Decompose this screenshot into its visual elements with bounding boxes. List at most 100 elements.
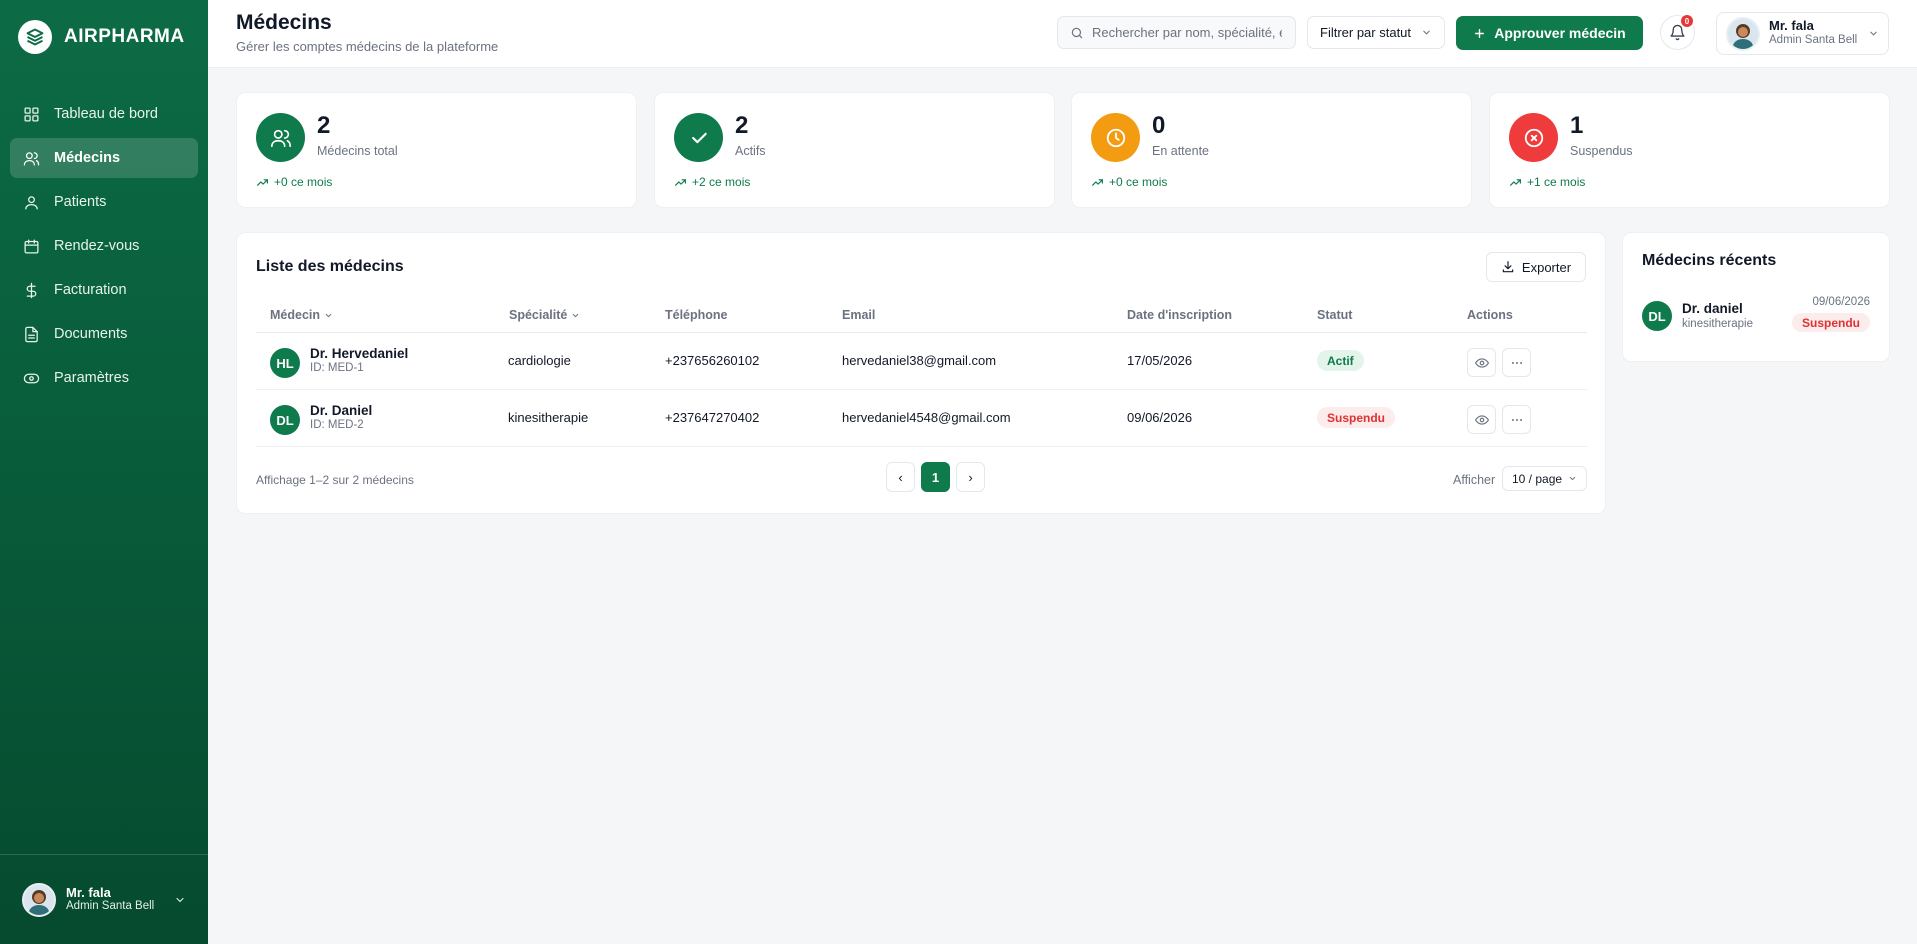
page-title: Médecins	[236, 11, 332, 34]
sidebar-item-label: Paramètres	[54, 370, 129, 386]
grid-icon	[24, 106, 39, 122]
more-horizontal-icon	[1511, 418, 1522, 421]
doctors-table: Médecin Spécialité Téléphone Email Date …	[256, 295, 1587, 447]
status-filter-label: Filtrer par statut	[1320, 25, 1412, 40]
approve-doctor-button[interactable]: Approuver médecin	[1456, 16, 1643, 50]
more-options-button[interactable]	[1502, 405, 1531, 434]
more-horizontal-icon	[1511, 361, 1522, 364]
next-page-button[interactable]: ›	[956, 462, 985, 492]
sidebar-item-label: Facturation	[54, 282, 127, 298]
stat-trend: +0 ce mois	[256, 175, 332, 189]
sidebar-user-name: Mr. fala	[66, 884, 111, 900]
table-header: Médecin Spécialité Téléphone Email Date …	[256, 295, 1587, 333]
status-filter-select[interactable]: Filtrer par statut	[1307, 16, 1445, 49]
sidebar-item-label: Patients	[54, 194, 107, 210]
column-header-telephone: Téléphone	[665, 308, 728, 322]
doctor-registration-date: 17/05/2026	[1127, 353, 1193, 368]
more-options-button[interactable]	[1502, 348, 1531, 377]
search-input[interactable]	[1092, 25, 1282, 40]
stat-trend-text: +1 ce mois	[1527, 175, 1586, 189]
bell-icon	[1670, 24, 1685, 41]
stat-card-total: 2 Médecins total +0 ce mois	[236, 92, 637, 208]
page-subtitle: Gérer les comptes médecins de la platefo…	[236, 39, 499, 54]
document-icon	[25, 326, 38, 342]
view-button[interactable]	[1467, 348, 1496, 377]
trending-up-icon	[675, 178, 686, 186]
sidebar-item-dashboard[interactable]: Tableau de bord	[10, 94, 198, 134]
column-header-label: Spécialité	[509, 308, 568, 322]
doctor-email: hervedaniel4548@gmail.com	[842, 410, 1011, 425]
sidebar-item-parametres[interactable]: Paramètres	[10, 358, 198, 398]
sidebar-item-label: Médecins	[54, 150, 121, 166]
sidebar-item-label: Documents	[54, 326, 128, 342]
stat-value: 2	[317, 112, 331, 139]
column-header-medecin[interactable]: Médecin	[270, 308, 333, 322]
column-header-label: Email	[842, 308, 876, 322]
stat-trend-text: +0 ce mois	[1109, 175, 1168, 189]
chevron-down-icon	[1870, 31, 1877, 36]
sort-icon	[325, 313, 332, 317]
doctor-avatar: DL	[1642, 301, 1672, 331]
status-badge: Actif	[1317, 350, 1364, 371]
sidebar-user-role: Admin Santa Bell	[66, 900, 155, 913]
per-page-select[interactable]: 10 / page	[1502, 466, 1587, 491]
doctor-avatar: DL	[270, 405, 300, 435]
stat-trend-text: +0 ce mois	[274, 175, 333, 189]
dollar-icon	[26, 282, 37, 298]
doctor-id: ID: MED-2	[310, 419, 364, 431]
sort-icon	[573, 313, 579, 317]
notifications-button[interactable]: 0	[1660, 15, 1695, 50]
doctor-id: ID: MED-1	[310, 362, 364, 374]
previous-page-button[interactable]: ‹	[886, 462, 915, 492]
approve-doctor-label: Approuver médecin	[1494, 25, 1626, 41]
recent-doctor-name[interactable]: Dr. daniel	[1682, 301, 1743, 316]
chevron-down-icon	[1569, 476, 1576, 481]
column-header-specialite[interactable]: Spécialité	[509, 308, 580, 322]
stat-card-suspended: 1 Suspendus +1 ce mois	[1489, 92, 1890, 208]
status-badge: Suspendu	[1317, 407, 1396, 428]
doctor-registration-date: 09/06/2026	[1127, 410, 1193, 425]
stat-value: 2	[735, 112, 749, 139]
recent-doctor-date: 09/06/2026	[1812, 296, 1870, 308]
user-menu[interactable]: Mr. fala Admin Santa Bell	[1716, 12, 1889, 55]
doctor-email: hervedaniel38@gmail.com	[842, 353, 997, 368]
chevron-down-icon[interactable]	[174, 894, 186, 906]
column-header-label: Actions	[1467, 308, 1513, 322]
view-button[interactable]	[1467, 405, 1496, 434]
user-icon	[25, 195, 38, 210]
brand-name: AIRPHARMA	[64, 26, 185, 47]
doctor-specialty: kinesitherapie	[508, 410, 589, 425]
column-header-email: Email	[842, 308, 875, 322]
x-circle-icon	[1509, 113, 1558, 162]
pagination: ‹ 1 ›	[886, 462, 985, 492]
column-header-label: Date d'inscription	[1127, 308, 1233, 322]
stat-card-pending: 0 En attente +0 ce mois	[1071, 92, 1472, 208]
eye-icon	[1474, 414, 1489, 425]
stat-label: Suspendus	[1570, 144, 1633, 158]
brand[interactable]: AIRPHARMA	[0, 0, 208, 74]
doctor-avatar: HL	[270, 348, 300, 378]
export-label: Exporter	[1521, 259, 1572, 275]
sidebar-item-facturation[interactable]: Facturation	[10, 270, 198, 310]
doctor-specialty: cardiologie	[508, 353, 571, 368]
top-header: Médecins Gérer les comptes médecins de l…	[208, 0, 1917, 68]
sidebar-item-rendez-vous[interactable]: Rendez-vous	[10, 226, 198, 266]
export-button[interactable]: Exporter	[1486, 252, 1586, 282]
stat-trend: +2 ce mois	[674, 175, 750, 189]
recent-doctors-card: Médecins récents DL Dr. daniel kinesithe…	[1622, 232, 1890, 362]
sidebar-item-patients[interactable]: Patients	[10, 182, 198, 222]
column-header-statut: Statut	[1317, 308, 1352, 322]
page-button-1[interactable]: 1	[921, 462, 950, 492]
users-icon	[23, 151, 40, 166]
sidebar-item-label: Rendez-vous	[54, 238, 140, 254]
sidebar-nav: Tableau de bord Médecins Patients Rendez…	[0, 94, 208, 398]
stat-label: En attente	[1152, 144, 1209, 158]
sidebar-user[interactable]: Mr. fala Admin Santa Bell	[0, 854, 208, 944]
stat-card-active: 2 Actifs +2 ce mois	[654, 92, 1055, 208]
sidebar-item-medecins[interactable]: Médecins	[10, 138, 198, 178]
stat-trend: +1 ce mois	[1509, 175, 1585, 189]
stat-value: 0	[1152, 112, 1166, 139]
sidebar-item-documents[interactable]: Documents	[10, 314, 198, 354]
check-icon	[674, 113, 723, 162]
pagination-summary: Affichage 1–2 sur 2 médecins	[256, 473, 414, 487]
